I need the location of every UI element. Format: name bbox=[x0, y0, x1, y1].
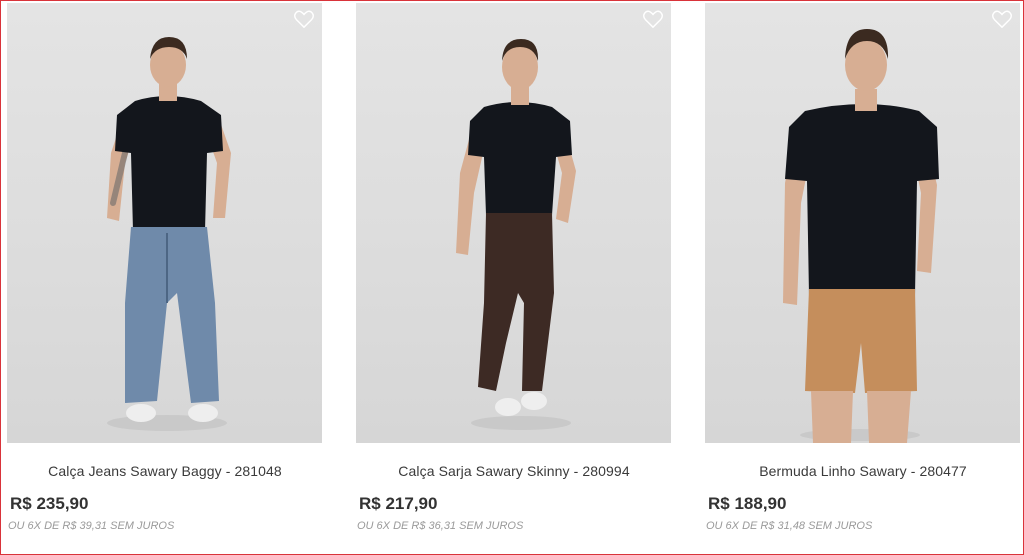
model-linen-shorts-image bbox=[783, 29, 939, 443]
product-price: R$ 217,90 bbox=[359, 494, 438, 513]
product-price: R$ 235,90 bbox=[10, 494, 89, 513]
favorite-heart-icon[interactable] bbox=[991, 9, 1013, 29]
product-price: R$ 188,90 bbox=[708, 494, 787, 513]
product-title[interactable]: Calça Sarja Sawary Skinny - 280994 bbox=[356, 463, 672, 479]
product-installments: OU 6X DE R$ 36,31 SEM JUROS bbox=[357, 520, 524, 532]
product-card[interactable]: Calça Sarja Sawary Skinny - 280994 R$ 21… bbox=[356, 3, 672, 543]
product-installments: OU 6X DE R$ 31,48 SEM JUROS bbox=[706, 520, 873, 532]
product-card[interactable]: Calça Jeans Sawary Baggy - 281048 R$ 235… bbox=[7, 3, 323, 543]
product-image[interactable] bbox=[7, 3, 322, 443]
favorite-heart-icon[interactable] bbox=[642, 9, 664, 29]
model-baggy-jeans-image bbox=[107, 37, 231, 431]
product-title[interactable]: Bermuda Linho Sawary - 280477 bbox=[705, 463, 1021, 479]
product-image[interactable] bbox=[356, 3, 671, 443]
product-grid: Calça Jeans Sawary Baggy - 281048 R$ 235… bbox=[0, 0, 1024, 555]
model-skinny-chino-image bbox=[456, 39, 576, 430]
product-installments: OU 6X DE R$ 39,31 SEM JUROS bbox=[8, 520, 175, 532]
product-card[interactable]: Bermuda Linho Sawary - 280477 R$ 188,90 … bbox=[705, 3, 1021, 543]
favorite-heart-icon[interactable] bbox=[293, 9, 315, 29]
product-image[interactable] bbox=[705, 3, 1020, 443]
product-title[interactable]: Calça Jeans Sawary Baggy - 281048 bbox=[7, 463, 323, 479]
